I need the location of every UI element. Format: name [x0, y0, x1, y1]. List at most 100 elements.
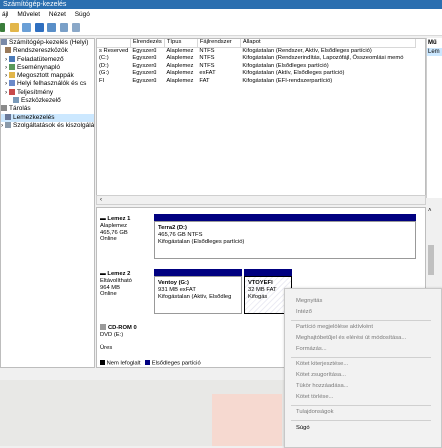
forward-icon[interactable]: [0, 23, 5, 32]
menu-item-mark-active[interactable]: Partíció megjelölése aktívként: [285, 322, 441, 332]
table-row[interactable]: (G:) Egyszerű Alaplemez exFAT Kifogástalan (…: [97, 70, 415, 78]
menu-item-open[interactable]: Megnyitás: [285, 296, 441, 306]
storage-icon: [1, 105, 7, 112]
menu-item-format[interactable]: Formázás...: [285, 344, 441, 354]
partition-size: 32 MB FAT: [248, 286, 277, 293]
background-window: [212, 394, 282, 446]
tree-item-task-scheduler[interactable]: › Feladatütemező: [1, 55, 94, 64]
menu-separator: [291, 405, 431, 406]
event-log-icon: [8, 63, 15, 70]
disk2-part1-bar: [154, 269, 242, 276]
cdrom-label[interactable]: CD-ROM 0 DVD (E:) Üres: [100, 324, 150, 351]
volume-list: Elrendezés Típus Fájlrendszer Állapot s …: [96, 38, 426, 205]
actions-item-disk-management[interactable]: Lem: [427, 48, 442, 56]
partition-name: Ventoy (G:): [158, 280, 189, 286]
actions-header: Mű: [428, 40, 437, 46]
tree-item-device-manager[interactable]: Eszközkezelő: [1, 97, 94, 105]
menu-separator: [291, 357, 431, 358]
legend-primary-swatch: [145, 360, 151, 365]
legend-unallocated: Nem lefoglalt: [106, 360, 141, 367]
tree-item-local-users[interactable]: › Helyi felhasználók és cs: [1, 80, 94, 88]
help-icon[interactable]: [35, 23, 44, 32]
volume-list-hscrollbar[interactable]: ‹: [96, 195, 426, 205]
table-row[interactable]: FI Egyszerű Alaplemez FAT Kifogástalan (EFI-…: [97, 78, 415, 86]
menu-item-extend-volume[interactable]: Kötet kiterjesztése...: [285, 359, 441, 369]
tools-icon: [5, 47, 11, 54]
column-type[interactable]: Típus: [164, 39, 198, 48]
tree-item-event-viewer[interactable]: › Eseménynapló: [1, 63, 94, 72]
toolbar: [0, 20, 442, 36]
disk-management-icon: [5, 113, 11, 120]
menu-bar: ájl Művelet Nézet Súgó: [0, 9, 442, 20]
partition-status: Kifogás: [248, 293, 268, 300]
menu-item-delete-volume[interactable]: Kötet törlése...: [285, 392, 441, 402]
table-row[interactable]: s Reserved Egyszerű Alaplemez NTFS Kifogásta…: [97, 47, 415, 55]
services-icon: [4, 121, 11, 128]
partition-size: 465,76 GB NTFS: [158, 231, 203, 238]
menu-action[interactable]: Művelet: [17, 11, 40, 18]
menu-item-change-drive-letter[interactable]: Meghajtóbetűjel és elérési út módosítása…: [285, 333, 441, 343]
tree-item-system-tools[interactable]: Rendszereszközök: [1, 47, 94, 55]
partition-name: VTOYEFI: [248, 280, 273, 286]
disk2-partition-g[interactable]: Ventoy (G:) 931 MB exFAT Kifogástalan (A…: [154, 276, 242, 314]
context-menu: Megnyitás Intéző Partíció megjelölése ak…: [284, 288, 442, 448]
legend-primary: Elsődleges partíció: [151, 360, 201, 367]
column-status[interactable]: Állapot: [240, 39, 416, 48]
disk1-type: Alaplemez: [100, 222, 128, 229]
scroll-up-icon[interactable]: ˄: [428, 208, 432, 214]
volume-table-header: Elrendezés Típus Fájlrendszer Állapot: [97, 39, 416, 48]
title-bar: Számítógép-kezelés: [0, 0, 442, 9]
column-filesystem[interactable]: Fájlrendszer: [197, 39, 241, 48]
menu-item-add-mirror[interactable]: Tükör hozzáadása...: [285, 381, 441, 391]
menu-item-explore[interactable]: Intéző: [285, 307, 441, 317]
scroll-thumb[interactable]: [428, 245, 434, 275]
view-icon[interactable]: [72, 23, 80, 32]
tree-item-disk-management[interactable]: Lemezkezelés: [1, 113, 94, 122]
cdrom-drive: DVD (E:): [100, 331, 124, 338]
scroll-left-icon[interactable]: ‹: [100, 197, 102, 203]
disk1-label[interactable]: ▬ Lemez 1 Alaplemez 465,76 GB Online: [100, 216, 150, 243]
disk1-status: Online: [100, 236, 117, 243]
disk2-name: Lemez 2: [107, 271, 131, 277]
actions-panel: Mű Lem: [426, 38, 442, 198]
tree-item-storage[interactable]: Tárolás: [1, 105, 94, 113]
cdrom-status: Üres: [100, 344, 113, 351]
legend: Nem lefoglalt Elsődleges partíció: [100, 360, 201, 367]
column-layout[interactable]: Elrendezés: [130, 39, 165, 48]
menu-view[interactable]: Nézet: [49, 11, 66, 18]
menu-item-properties[interactable]: Tulajdonságok: [285, 407, 441, 417]
show-hide-tree-icon[interactable]: [22, 23, 31, 32]
shared-folder-icon: [8, 72, 15, 79]
menu-separator: [291, 420, 431, 421]
cdrom-name: CD-ROM 0: [108, 325, 137, 331]
legend-unallocated-swatch: [100, 360, 105, 365]
menu-file[interactable]: ájl: [2, 11, 9, 18]
disk1-name: Lemez 1: [107, 216, 131, 222]
cd-drive-icon: [100, 324, 106, 330]
menu-item-help[interactable]: Súgó: [285, 423, 441, 433]
menu-item-shrink-volume[interactable]: Kötet zsugorítása...: [285, 370, 441, 380]
tree-item-performance[interactable]: › Teljesítmény: [1, 88, 94, 97]
menu-separator: [291, 320, 431, 321]
computer-icon: [1, 39, 7, 45]
disk2-status: Online: [100, 291, 117, 298]
disk1-partition-d[interactable]: Terra2 (D:) 465,76 GB NTFS Kifogástalan …: [154, 221, 416, 259]
tree-item-root[interactable]: Számítógép-kezelés (Helyi): [1, 39, 94, 47]
disk2-label[interactable]: ▬ Lemez 2 Eltávolítható 964 MB Online: [100, 271, 150, 298]
connect-icon[interactable]: [60, 23, 68, 32]
tree-item-services[interactable]: › Szolgáltatások és kiszolgálá: [1, 121, 94, 130]
disk2-part2-bar: [244, 269, 292, 276]
partition-size: 931 MB exFAT: [158, 286, 196, 293]
column-volume[interactable]: [97, 39, 131, 48]
menu-help[interactable]: Súgó: [75, 11, 90, 18]
properties-icon[interactable]: [47, 23, 56, 32]
table-row[interactable]: (D:) Egyszerű Alaplemez NTFS Kifogástalan (E…: [97, 63, 415, 71]
disk1-size: 465,76 GB: [100, 229, 128, 236]
clock-icon: [8, 55, 15, 62]
folder-up-icon[interactable]: [10, 23, 19, 32]
navigation-tree: Számítógép-kezelés (Helyi) Rendszereszkö…: [0, 38, 95, 368]
table-row[interactable]: (C:) Egyszerű Alaplemez NTFS Kifogástalan (R…: [97, 55, 415, 63]
tree-item-shared-folders[interactable]: › Megosztott mappák: [1, 72, 94, 80]
disk2-size: 964 MB: [100, 284, 120, 291]
users-icon: [8, 80, 15, 87]
